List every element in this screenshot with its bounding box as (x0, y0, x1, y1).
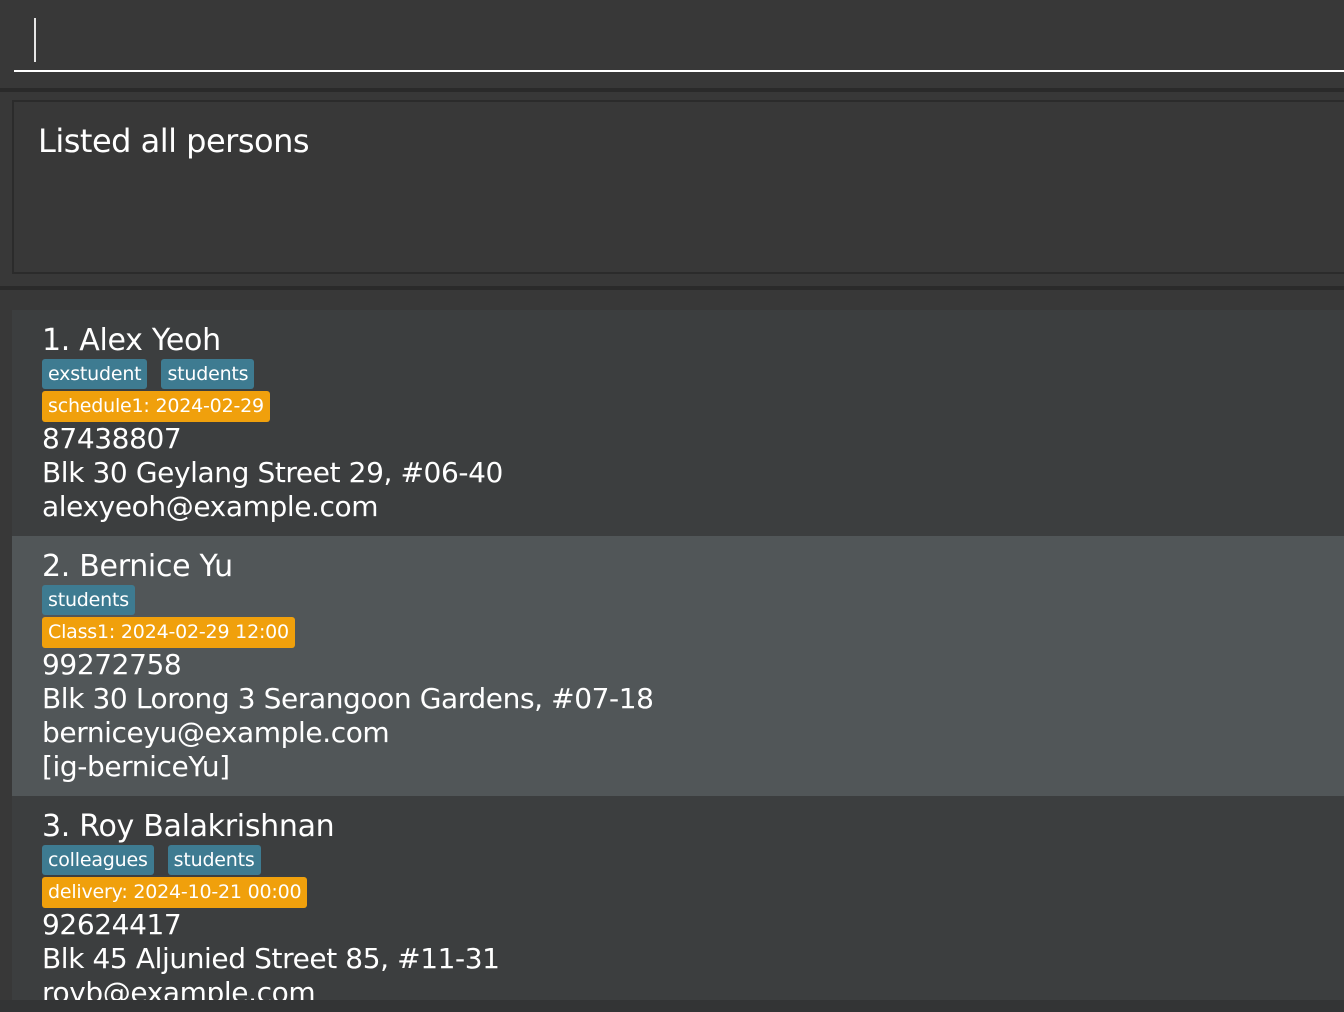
person-phone: 92624417 (42, 908, 182, 941)
tag-list: colleagues students (42, 844, 1344, 876)
command-input[interactable] (14, 10, 1344, 72)
tag-list: students (42, 584, 1344, 616)
result-display-container: Listed all persons (0, 92, 1344, 286)
command-box (0, 0, 1344, 88)
tag: students (42, 585, 135, 615)
result-message: Listed all persons (38, 122, 310, 160)
person-address: Blk 30 Lorong 3 Serangoon Gardens, #07-1… (42, 682, 654, 715)
person-address: Blk 30 Geylang Street 29, #06-40 (42, 456, 503, 489)
person-phone: 99272758 (42, 648, 182, 681)
tag: exstudent (42, 359, 148, 389)
person-name: 1. Alex Yeoh (42, 323, 221, 358)
person-name: 2. Bernice Yu (42, 549, 233, 584)
person-email: alexyeoh@example.com (42, 490, 379, 523)
person-card[interactable]: 3. Roy Balakrishnan colleagues students … (12, 796, 1344, 1000)
text-caret (34, 18, 36, 62)
schedule-list: schedule1: 2024-02-29 (42, 390, 1344, 422)
tag: colleagues (42, 845, 154, 875)
window-bottom-edge (0, 1000, 1344, 1012)
schedule-badge: schedule1: 2024-02-29 (42, 390, 270, 422)
schedule-list: Class1: 2024-02-29 12:00 (42, 616, 1344, 648)
schedule-badge: Class1: 2024-02-29 12:00 (42, 616, 295, 648)
tag: students (167, 845, 261, 875)
person-card-selected[interactable]: 2. Bernice Yu students Class1: 2024-02-2… (12, 536, 1344, 796)
person-email: royb@example.com (42, 976, 316, 1000)
tag: students (161, 359, 255, 389)
person-address: Blk 45 Aljunied Street 85, #11-31 (42, 942, 500, 975)
person-social: [ig-berniceYu] (42, 750, 230, 783)
tag-list: exstudent students (42, 358, 1344, 390)
person-card[interactable]: 1. Alex Yeoh exstudent students schedule… (12, 310, 1344, 536)
person-list[interactable]: 1. Alex Yeoh exstudent students schedule… (12, 310, 1344, 1000)
address-book-window: Listed all persons 1. Alex Yeoh exstuden… (0, 0, 1344, 1012)
schedule-list: delivery: 2024-10-21 00:00 (42, 876, 1344, 908)
person-email: berniceyu@example.com (42, 716, 390, 749)
person-phone: 87438807 (42, 422, 182, 455)
person-list-panel: 1. Alex Yeoh exstudent students schedule… (0, 290, 1344, 1012)
schedule-badge: delivery: 2024-10-21 00:00 (42, 876, 308, 908)
person-name: 3. Roy Balakrishnan (42, 809, 335, 844)
result-display[interactable]: Listed all persons (12, 100, 1344, 274)
